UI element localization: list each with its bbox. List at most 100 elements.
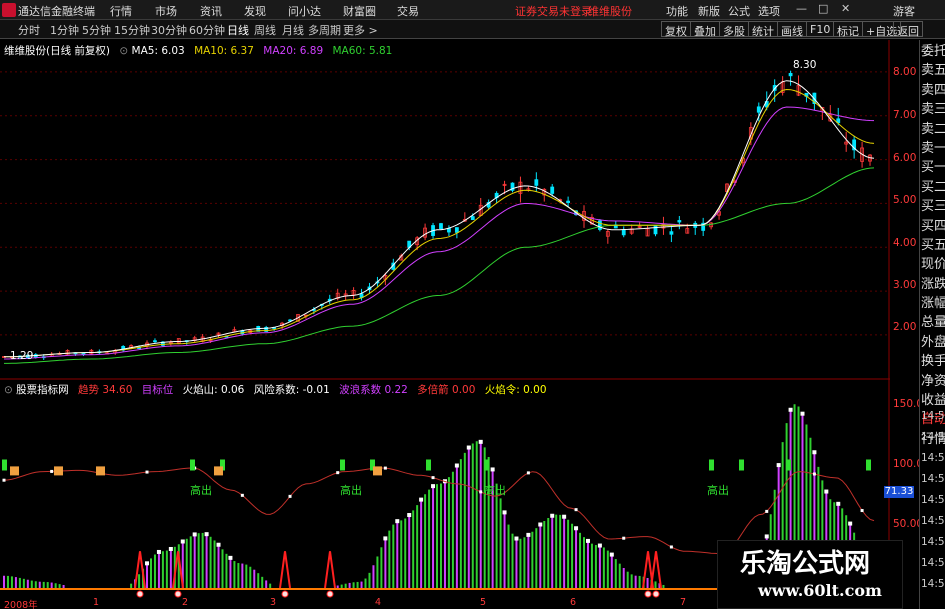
- indicator-peak-dot: [180, 539, 185, 544]
- period-tab-more[interactable]: 更多 >: [343, 22, 378, 38]
- menu-item-trade[interactable]: 交易: [397, 3, 419, 19]
- trend-dot: [431, 476, 435, 480]
- time-tick: 14:55: [921, 536, 945, 548]
- trend-dot: [765, 509, 769, 513]
- period-tab-monthly[interactable]: 月线: [282, 22, 304, 38]
- sidebar-item[interactable]: 委托: [920, 40, 945, 59]
- sell-signal-tick: [709, 459, 714, 471]
- ma-line-ma5: [4, 80, 875, 358]
- kline-chart[interactable]: [0, 40, 890, 609]
- period-tab-daily[interactable]: 日线: [227, 22, 249, 38]
- app-title: 通达信金融终端: [18, 5, 95, 18]
- time-tick: 14:55: [921, 410, 945, 422]
- guest-label[interactable]: 游客: [893, 3, 915, 19]
- spike-marker: [279, 551, 291, 589]
- indicator-peak-dot: [574, 526, 579, 531]
- period-tab-intraday[interactable]: 分时: [18, 22, 40, 38]
- menu-item-discover[interactable]: 发现: [244, 3, 266, 19]
- sidebar-item[interactable]: 卖二: [920, 118, 945, 137]
- menu-item-assistant[interactable]: 问小达: [288, 3, 321, 19]
- sidebar-item[interactable]: 收益: [920, 389, 945, 408]
- menu-function[interactable]: 功能: [666, 3, 688, 19]
- ma10-label: MA10: 6.37: [194, 45, 254, 57]
- sidebar-item[interactable]: 现价: [920, 253, 945, 272]
- alert-square-icon: [54, 466, 63, 476]
- sidebar-item[interactable]: 涨幅: [920, 292, 945, 311]
- period-tab-15min[interactable]: 15分钟: [114, 22, 150, 38]
- sidebar-item[interactable]: 买四: [920, 215, 945, 234]
- menu-item-market[interactable]: 市场: [155, 3, 177, 19]
- time-tick: 14:55: [921, 578, 945, 590]
- candle-body: [153, 340, 157, 343]
- sell-signal-label: 高出: [190, 484, 212, 497]
- close-icon[interactable]: ✕: [841, 2, 850, 15]
- sidebar-item[interactable]: 涨跌: [920, 273, 945, 292]
- period-tab-multi[interactable]: 多周期: [308, 22, 341, 38]
- buy-signal-icon: [281, 590, 289, 598]
- minimize-icon[interactable]: —: [796, 2, 807, 15]
- stats-button[interactable]: 统计: [748, 21, 778, 38]
- sidebar-item[interactable]: 卖四: [920, 79, 945, 98]
- overlay-button[interactable]: 叠加: [690, 21, 720, 38]
- sidebar-item[interactable]: 买五: [920, 234, 945, 253]
- date-tick: 6: [570, 597, 577, 608]
- sell-signal-tick: [340, 459, 345, 471]
- candle-body: [597, 220, 602, 230]
- indicator-settings-icon[interactable]: ⊙: [4, 384, 13, 396]
- period-tab-weekly[interactable]: 周线: [254, 22, 276, 38]
- indicator-peak-dot: [764, 534, 769, 539]
- menu-item-wealth[interactable]: 财富圈: [343, 3, 376, 19]
- back-button[interactable]: 返回: [893, 21, 923, 38]
- sell-signal-label: 高出: [484, 484, 506, 497]
- maximize-icon[interactable]: □: [818, 2, 828, 15]
- login-warning[interactable]: 证券交易未登录: [515, 3, 592, 19]
- sidebar-item[interactable]: 外盘: [920, 331, 945, 350]
- candle-body: [669, 231, 674, 235]
- candle-body: [447, 227, 451, 233]
- sidebar-item[interactable]: 买二: [920, 176, 945, 195]
- date-tick: 1: [93, 597, 100, 608]
- trend-dot: [145, 470, 149, 474]
- indicator-peak-dot: [431, 484, 436, 489]
- menu-new-version[interactable]: 新版: [698, 3, 720, 19]
- menu-item-quotes[interactable]: 行情: [110, 3, 132, 19]
- period-tab-60min[interactable]: 60分钟: [189, 22, 225, 38]
- draw-line-button[interactable]: 画线: [777, 21, 807, 38]
- candle-body: [677, 220, 682, 223]
- trend-dot: [288, 494, 292, 498]
- adjust-button[interactable]: 复权: [661, 21, 691, 38]
- indicator-peak-dot: [454, 463, 459, 468]
- sidebar-item[interactable]: 买一: [920, 156, 945, 175]
- menu-formula[interactable]: 公式: [728, 3, 750, 19]
- trend-dot: [669, 545, 673, 549]
- legend-settings-icon[interactable]: ⊙: [119, 45, 128, 57]
- period-tab-30min[interactable]: 30分钟: [151, 22, 187, 38]
- candle-body: [756, 106, 761, 113]
- period-tab-1min[interactable]: 1分钟: [50, 22, 79, 38]
- candle-body: [788, 73, 793, 77]
- sidebar-item[interactable]: 卖三: [920, 98, 945, 117]
- sidebar-item[interactable]: 卖一: [920, 137, 945, 156]
- indicator-peak-dot: [800, 411, 805, 416]
- sidebar-item[interactable]: 总量: [920, 311, 945, 330]
- buy-signal-icon: [174, 590, 182, 598]
- multi-stock-button[interactable]: 多股: [719, 21, 749, 38]
- sidebar-item[interactable]: 换手: [920, 350, 945, 369]
- watermark-title: 乐淘公式网: [740, 549, 871, 579]
- f10-button[interactable]: F10: [806, 21, 835, 37]
- spike-marker: [324, 551, 336, 589]
- period-tab-5min[interactable]: 5分钟: [82, 22, 111, 38]
- ma-line-ma20: [4, 106, 875, 360]
- mark-button[interactable]: 标记: [833, 21, 863, 38]
- sidebar-item[interactable]: 净资: [920, 370, 945, 389]
- menu-options[interactable]: 选项: [758, 3, 780, 19]
- sell-signal-tick: [484, 459, 489, 471]
- high-price-mark: 8.30: [793, 59, 817, 71]
- legend-flame-order: 火焰令: 0.00: [484, 384, 547, 396]
- menu-item-news[interactable]: 资讯: [200, 3, 222, 19]
- candle-body: [621, 229, 626, 236]
- indicator-peak-dot: [550, 513, 555, 518]
- trend-dot: [812, 472, 816, 476]
- sidebar-item[interactable]: 卖五: [920, 59, 945, 78]
- sidebar-item[interactable]: 买三: [920, 195, 945, 214]
